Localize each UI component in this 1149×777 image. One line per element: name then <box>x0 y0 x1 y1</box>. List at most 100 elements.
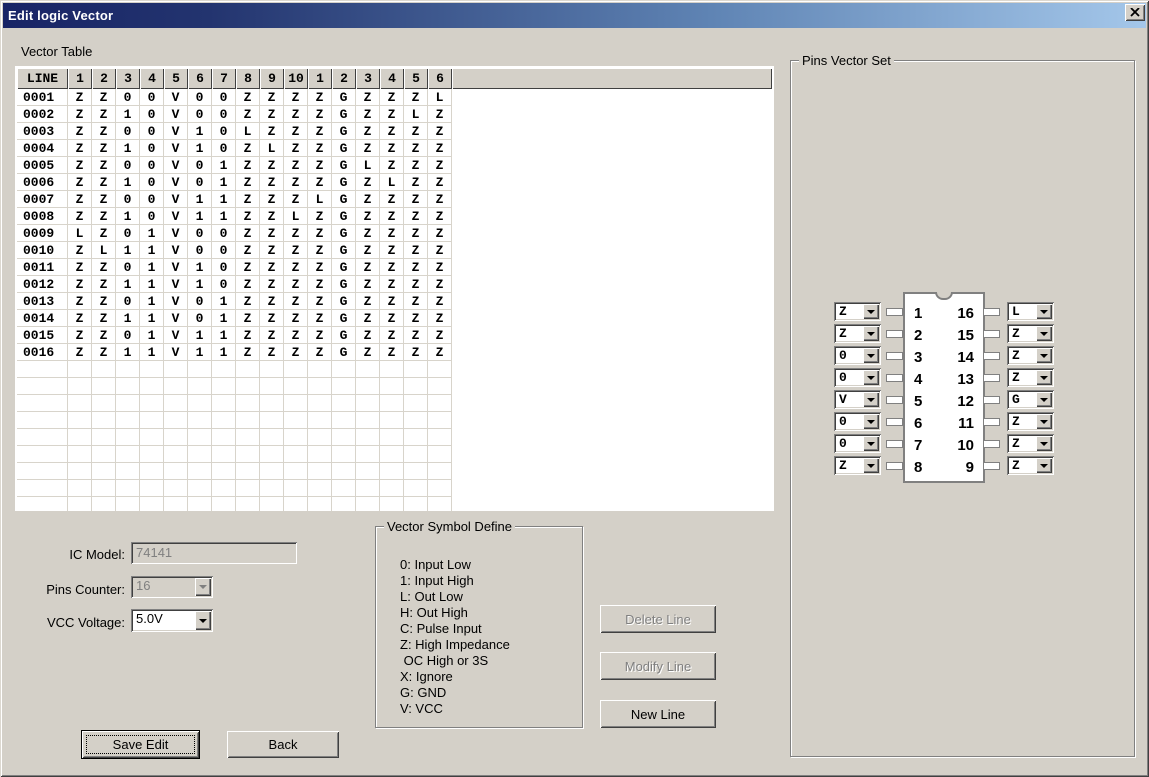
pin-16-stub <box>983 308 1000 316</box>
symbol-define-line: 1: Input High <box>400 573 510 589</box>
pin-14-combo[interactable]: Z <box>1007 346 1054 365</box>
value-cell: V <box>164 89 188 106</box>
value-cell: Z <box>356 174 380 191</box>
pin-4-combo-dropdown-button[interactable] <box>863 370 879 385</box>
value-cell: 0 <box>188 293 212 310</box>
pin-5-combo-dropdown-button[interactable] <box>863 392 879 407</box>
value-cell: Z <box>356 191 380 208</box>
pin-column-header: 9 <box>260 68 284 89</box>
pin-3-combo-dropdown-button[interactable] <box>863 348 879 363</box>
symbol-define-line: V: VCC <box>400 701 510 717</box>
value-cell: G <box>332 208 356 225</box>
value-cell: Z <box>68 174 92 191</box>
table-row[interactable]: 0007ZZ00V11ZZZLGZZZZ <box>17 191 772 208</box>
empty-cell <box>404 361 428 378</box>
pin-10-combo[interactable]: Z <box>1007 434 1054 453</box>
pin-9-combo-dropdown-button[interactable] <box>1036 458 1052 473</box>
pin-9-combo[interactable]: Z <box>1007 456 1054 475</box>
empty-cell <box>428 480 452 497</box>
pin-2-combo-dropdown-button[interactable] <box>863 326 879 341</box>
pin-12-combo[interactable]: G <box>1007 390 1054 409</box>
empty-cell <box>140 463 164 480</box>
table-row[interactable]: 0005ZZ00V01ZZZZGLZZZ <box>17 157 772 174</box>
pin-15-combo-dropdown-button[interactable] <box>1036 326 1052 341</box>
pin-6-combo-dropdown-button[interactable] <box>863 414 879 429</box>
vcc-voltage-dropdown-button[interactable] <box>195 611 211 630</box>
table-row[interactable]: 0001ZZ00V00ZZZZGZZZL <box>17 89 772 106</box>
pin-13-combo[interactable]: Z <box>1007 368 1054 387</box>
pin-8-combo[interactable]: Z <box>834 456 881 475</box>
pin-1-combo-dropdown-button[interactable] <box>863 304 879 319</box>
pin-11-combo[interactable]: Z <box>1007 412 1054 431</box>
pin-10-combo-dropdown-button[interactable] <box>1036 436 1052 451</box>
table-row[interactable]: 0006ZZ10V01ZZZZGZLZZ <box>17 174 772 191</box>
pin-11-combo-dropdown-button[interactable] <box>1036 414 1052 429</box>
pin-12-combo-dropdown-button[interactable] <box>1036 392 1052 407</box>
table-row[interactable]: 0004ZZ10V10ZLZZGZZZZ <box>17 140 772 157</box>
pin-7-combo-dropdown-button[interactable] <box>863 436 879 451</box>
table-row[interactable]: 0009LZ01V00ZZZZGZZZZ <box>17 225 772 242</box>
value-cell: 0 <box>188 310 212 327</box>
pin-4-combo[interactable]: 0 <box>834 368 881 387</box>
empty-cell <box>428 497 452 511</box>
empty-cell <box>380 378 404 395</box>
value-cell: 0 <box>188 225 212 242</box>
value-cell: Z <box>260 123 284 140</box>
empty-cell <box>260 463 284 480</box>
pin-7-combo[interactable]: 0 <box>834 434 881 453</box>
vcc-voltage-label: VCC Voltage: <box>25 615 125 630</box>
empty-cell <box>332 497 356 511</box>
value-cell: Z <box>284 259 308 276</box>
pin-2-combo[interactable]: Z <box>834 324 881 343</box>
pin-3-combo[interactable]: 0 <box>834 346 881 365</box>
chevron-down-icon <box>1040 310 1048 314</box>
value-cell: L <box>260 140 284 157</box>
empty-cell <box>116 429 140 446</box>
value-cell: 1 <box>116 242 140 259</box>
vector-table-label: Vector Table <box>21 44 92 59</box>
table-row[interactable]: 0003ZZ00V10LZZZGZZZZ <box>17 123 772 140</box>
pin-13-combo-dropdown-button[interactable] <box>1036 370 1052 385</box>
pin-14-combo-dropdown-button[interactable] <box>1036 348 1052 363</box>
value-cell: 1 <box>212 310 236 327</box>
table-row[interactable]: 0013ZZ01V01ZZZZGZZZZ <box>17 293 772 310</box>
pin-16-combo-dropdown-button[interactable] <box>1036 304 1052 319</box>
line-cell: 0006 <box>17 174 68 191</box>
value-cell: Z <box>428 327 452 344</box>
pin-16-combo[interactable]: L <box>1007 302 1054 321</box>
pin-1-combo[interactable]: Z <box>834 302 881 321</box>
pin-1-stub <box>886 308 903 316</box>
table-row[interactable]: 0008ZZ10V11ZZLZGZZZZ <box>17 208 772 225</box>
value-cell: Z <box>260 157 284 174</box>
empty-cell <box>68 497 92 511</box>
value-cell: Z <box>260 310 284 327</box>
value-cell: 1 <box>116 344 140 361</box>
save-edit-button[interactable]: Save Edit <box>82 731 199 758</box>
pin-6-combo[interactable]: 0 <box>834 412 881 431</box>
table-row[interactable]: 0014ZZ11V01ZZZZGZZZZ <box>17 310 772 327</box>
value-cell: L <box>308 191 332 208</box>
value-cell: Z <box>356 140 380 157</box>
empty-cell <box>68 412 92 429</box>
empty-cell <box>308 497 332 511</box>
vector-table[interactable]: LINE12345678910123456 0001ZZ00V00ZZZZGZZ… <box>15 66 774 511</box>
vcc-voltage-combo[interactable]: 5.0V <box>131 609 213 632</box>
pin-5-combo[interactable]: V <box>834 390 881 409</box>
table-row[interactable]: 0015ZZ01V11ZZZZGZZZZ <box>17 327 772 344</box>
value-cell: Z <box>356 89 380 106</box>
value-cell: G <box>332 106 356 123</box>
table-row[interactable]: 0011ZZ01V10ZZZZGZZZZ <box>17 259 772 276</box>
pin-7-combo-value: 0 <box>836 436 863 451</box>
close-button[interactable] <box>1125 4 1145 21</box>
new-line-button[interactable]: New Line <box>600 700 716 728</box>
pin-15-combo[interactable]: Z <box>1007 324 1054 343</box>
pin-8-combo-dropdown-button[interactable] <box>863 458 879 473</box>
back-button[interactable]: Back <box>227 731 339 758</box>
value-cell: Z <box>92 276 116 293</box>
table-row[interactable]: 0012ZZ11V10ZZZZGZZZZ <box>17 276 772 293</box>
value-cell: Z <box>404 310 428 327</box>
table-row[interactable]: 0002ZZ10V00ZZZZGZZLZ <box>17 106 772 123</box>
table-row[interactable]: 0010ZL11V00ZZZZGZZZZ <box>17 242 772 259</box>
value-cell: Z <box>356 106 380 123</box>
table-row[interactable]: 0016ZZ11V11ZZZZGZZZZ <box>17 344 772 361</box>
